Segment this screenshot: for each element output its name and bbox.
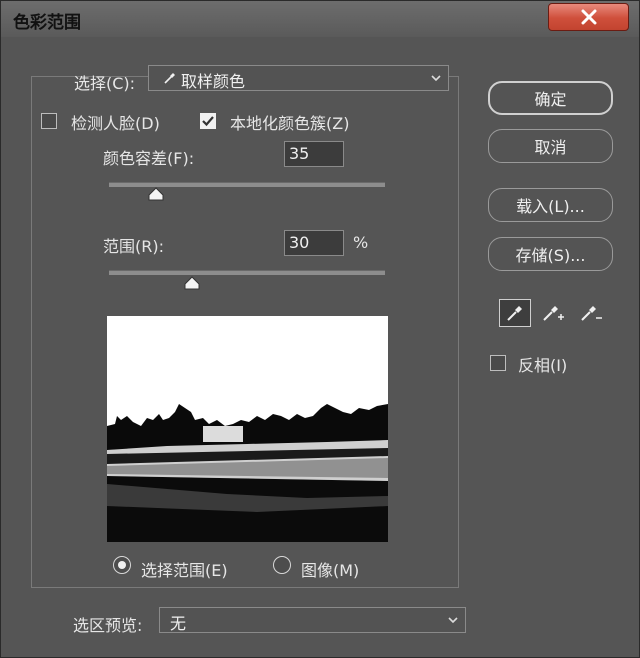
window-title: 色彩范围: [13, 13, 81, 33]
eyedropper-minus-icon: [581, 306, 602, 321]
fuzziness-slider-thumb[interactable]: [148, 187, 164, 201]
selection-preview-value: 无: [170, 614, 187, 633]
select-dropdown[interactable]: 取样颜色: [148, 65, 449, 91]
eyedropper-subtract-tool[interactable]: [575, 299, 607, 327]
eyedropper-plus-icon: [543, 306, 564, 321]
localized-clusters-checkbox[interactable]: [200, 113, 216, 129]
image-view-radio[interactable]: [273, 556, 291, 574]
color-range-dialog: 色彩范围 选择(C): 取样颜色 检测人脸(D) 本地化颜色簇(Z) 颜色容差(…: [0, 0, 640, 658]
ok-button[interactable]: 确定: [488, 81, 613, 115]
eyedropper-add-tool[interactable]: [537, 299, 569, 327]
eyedropper-tool[interactable]: [499, 299, 531, 327]
invert-checkbox[interactable]: [490, 355, 506, 371]
selection-preview-dropdown[interactable]: 无: [159, 607, 466, 633]
selection-preview-image: [107, 316, 388, 542]
invert-label: 反相(I): [518, 356, 568, 375]
selection-view-label: 选择范围(E): [141, 561, 228, 580]
range-input[interactable]: 30: [284, 230, 344, 256]
range-unit: %: [353, 233, 369, 252]
range-slider-track[interactable]: [109, 270, 385, 275]
selection-preview-label: 选区预览:: [73, 616, 143, 635]
localized-clusters-label: 本地化颜色簇(Z): [230, 114, 350, 133]
range-slider-thumb[interactable]: [184, 276, 200, 290]
chevron-down-icon: [431, 75, 441, 82]
eyedropper-icon: [164, 73, 175, 84]
checkmark-icon: [202, 116, 214, 127]
select-label: 选择(C):: [74, 74, 136, 93]
detect-faces-label: 检测人脸(D): [71, 114, 160, 133]
image-view-label: 图像(M): [301, 561, 360, 580]
cancel-button[interactable]: 取消: [488, 129, 613, 163]
fuzziness-label: 颜色容差(F):: [103, 149, 195, 168]
chevron-down-icon: [448, 617, 458, 624]
close-button[interactable]: [548, 3, 629, 31]
range-label: 范围(R):: [103, 237, 164, 256]
title-bar[interactable]: 色彩范围: [1, 1, 639, 37]
eyedropper-icon: [507, 306, 522, 321]
save-button[interactable]: 存储(S)...: [488, 237, 613, 271]
close-icon: [581, 9, 596, 25]
selection-view-radio[interactable]: [113, 556, 131, 574]
fuzziness-input[interactable]: 35: [284, 141, 344, 167]
load-button[interactable]: 载入(L)...: [488, 188, 613, 222]
detect-faces-checkbox[interactable]: [41, 113, 57, 129]
select-value: 取样颜色: [181, 72, 246, 91]
